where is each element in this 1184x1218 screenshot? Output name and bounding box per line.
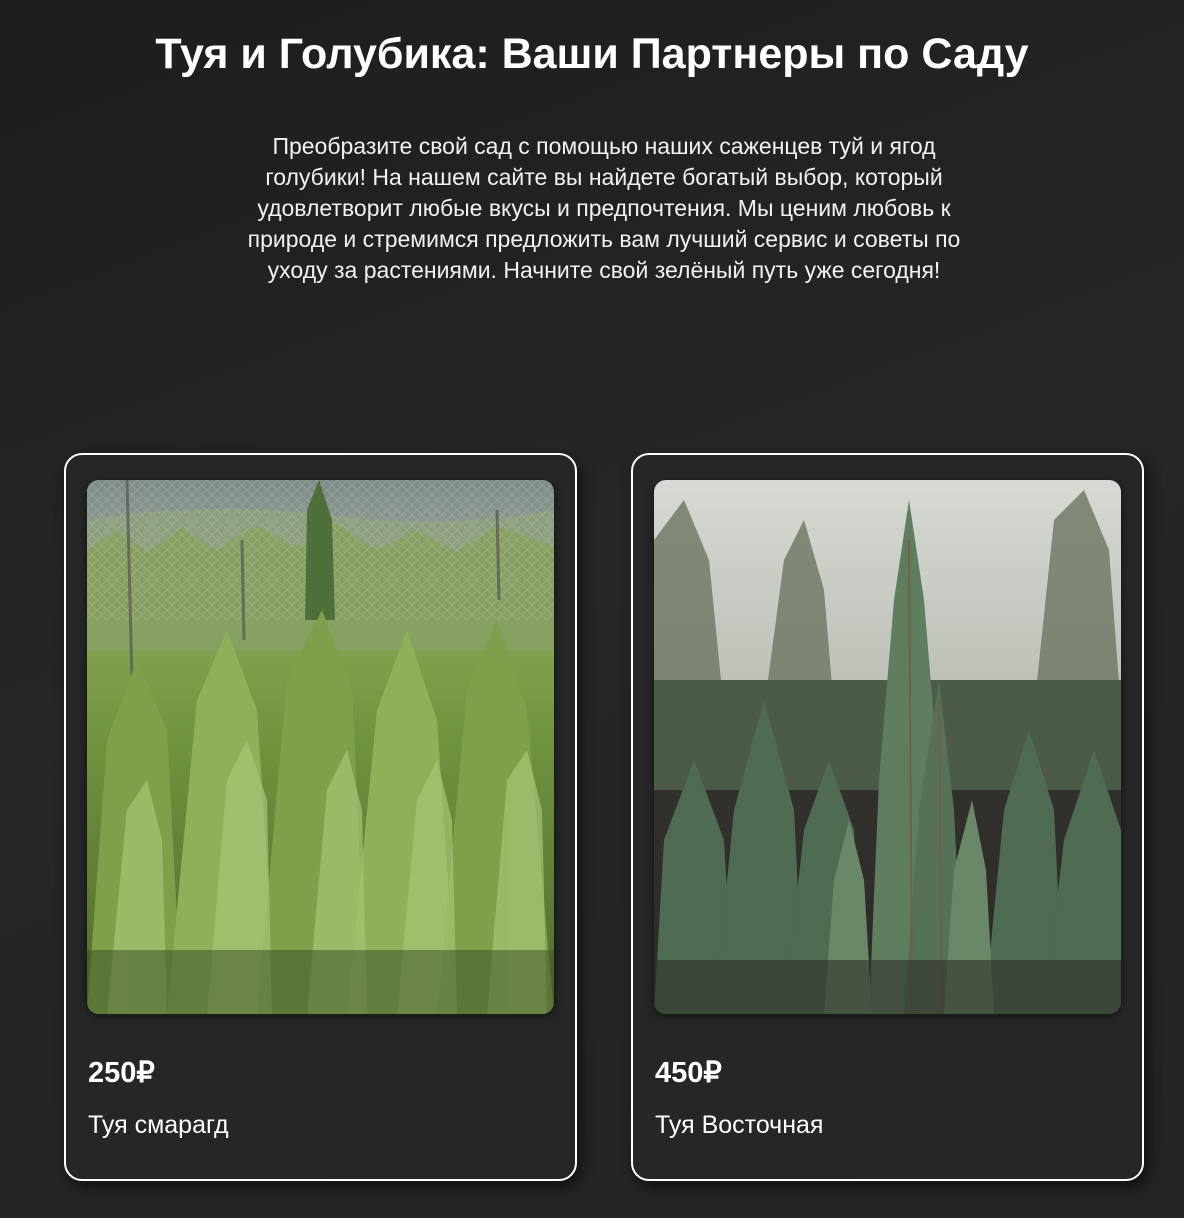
page-title: Туя и Голубика: Ваши Партнеры по Саду: [155, 30, 1029, 78]
product-card-thuja-smaragd[interactable]: 250₽ Туя смарагд: [64, 453, 577, 1181]
product-name[interactable]: Туя смарагд: [88, 1109, 229, 1141]
product-photo[interactable]: [87, 480, 554, 1014]
product-photo[interactable]: [654, 480, 1121, 1014]
thuja-orientalis-photo: [654, 480, 1121, 1014]
product-price: 250₽: [88, 1057, 155, 1089]
product-card-thuja-orientalis[interactable]: 450₽ Туя Восточная: [631, 453, 1144, 1181]
intro-text: Преобразите свой сад с помощью наших саж…: [247, 133, 961, 283]
product-name[interactable]: Туя Восточная: [655, 1109, 823, 1141]
product-price: 450₽: [655, 1057, 722, 1089]
thuja-smaragd-photo: [87, 480, 554, 1014]
